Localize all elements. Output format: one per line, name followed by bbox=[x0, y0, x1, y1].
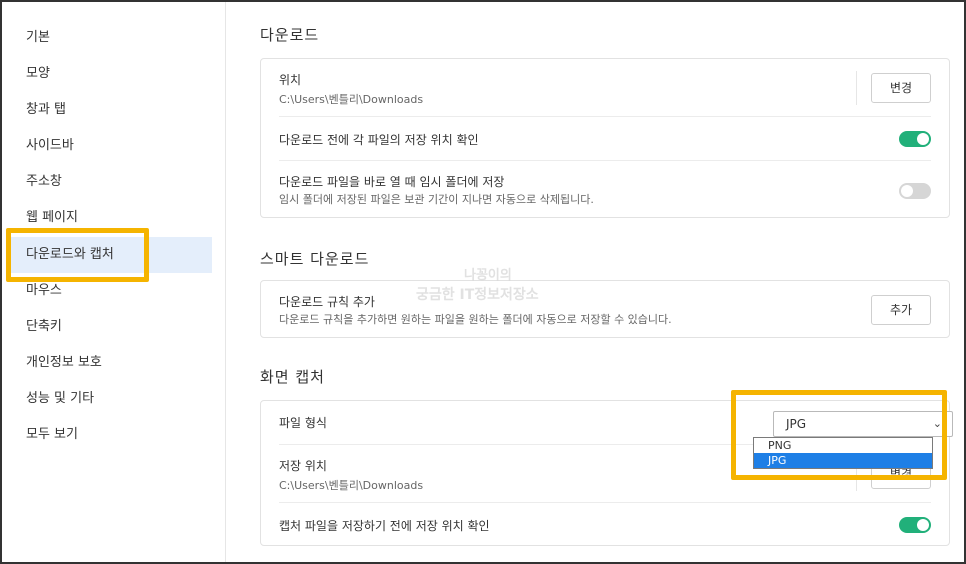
capture-location-title: 저장 위치 bbox=[279, 459, 327, 473]
smart-rules-title: 다운로드 규칙 추가 bbox=[279, 295, 375, 309]
download-confirm-row: 다운로드 전에 각 파일의 저장 위치 확인 bbox=[279, 117, 931, 161]
download-confirm-title: 다운로드 전에 각 파일의 저장 위치 확인 bbox=[279, 133, 479, 147]
divider bbox=[856, 71, 857, 105]
smart-section-title: 스마트 다운로드 bbox=[260, 250, 370, 268]
download-confirm-toggle[interactable] bbox=[899, 131, 931, 147]
download-location-title: 위치 bbox=[279, 73, 302, 87]
sidebar-item-address-bar[interactable]: 주소창 bbox=[8, 164, 212, 200]
capture-format-dropdown: PNG JPG bbox=[753, 437, 933, 469]
download-temp-title: 다운로드 파일을 바로 열 때 임시 폴더에 저장 bbox=[279, 175, 505, 189]
download-card: 위치 C:\Users\벤틀리\Downloads 변경 다운로드 전에 각 파… bbox=[260, 58, 950, 218]
format-option-jpg[interactable]: JPG bbox=[754, 453, 932, 468]
format-option-png[interactable]: PNG bbox=[754, 438, 932, 453]
download-temp-toggle[interactable] bbox=[899, 183, 931, 199]
sidebar-item-appearance[interactable]: 모양 bbox=[8, 56, 212, 92]
sidebar-item-basic[interactable]: 기본 bbox=[8, 20, 212, 56]
sidebar-item-windows-tabs[interactable]: 창과 탭 bbox=[8, 92, 212, 128]
sidebar-item-shortcuts[interactable]: 단축키 bbox=[8, 309, 212, 345]
capture-section-title: 화면 캡처 bbox=[260, 368, 325, 386]
capture-card: 파일 형식 JPG ⌄ PNG JPG 저장 위치 C:\Users\벤틀리\D… bbox=[260, 400, 953, 547]
capture-format-selected: JPG bbox=[786, 417, 807, 431]
sidebar-item-web-page[interactable]: 웹 페이지 bbox=[8, 200, 212, 236]
smart-rules-add-button[interactable]: 추가 bbox=[871, 295, 931, 325]
sidebar-item-sidebar[interactable]: 사이드바 bbox=[8, 128, 212, 164]
smart-card: 다운로드 규칙 추가 다운로드 규칙을 추가하면 원하는 파일을 원하는 폴더에… bbox=[260, 280, 950, 338]
capture-confirm-toggle[interactable] bbox=[899, 517, 931, 533]
toggle-knob bbox=[917, 519, 929, 531]
download-section-title: 다운로드 bbox=[260, 26, 320, 44]
capture-confirm-row: 캡처 파일을 저장하기 전에 저장 위치 확인 bbox=[279, 503, 931, 547]
sidebar-item-download-capture[interactable]: 다운로드와 캡처 bbox=[8, 237, 212, 273]
download-location-row: 위치 C:\Users\벤틀리\Downloads 변경 bbox=[279, 59, 931, 117]
sidebar-item-show-all[interactable]: 모두 보기 bbox=[8, 417, 212, 453]
download-temp-row: 다운로드 파일을 바로 열 때 임시 폴더에 저장 임시 폴더에 저장된 파일은… bbox=[279, 161, 931, 219]
sidebar-item-mouse[interactable]: 마우스 bbox=[8, 273, 212, 309]
toggle-knob bbox=[917, 133, 929, 145]
chevron-down-icon: ⌄ bbox=[932, 417, 942, 430]
capture-location-path: C:\Users\벤틀리\Downloads bbox=[279, 479, 424, 492]
settings-sidebar: 기본 모양 창과 탭 사이드바 주소창 웹 페이지 다운로드와 캡처 마우스 단… bbox=[2, 2, 226, 562]
download-location-change-button[interactable]: 변경 bbox=[871, 73, 931, 103]
download-temp-sub: 임시 폴더에 저장된 파일은 보관 기간이 지나면 자동으로 삭제됩니다. bbox=[279, 193, 594, 206]
smart-rules-row: 다운로드 규칙 추가 다운로드 규칙을 추가하면 원하는 파일을 원하는 폴더에… bbox=[279, 281, 931, 339]
sidebar-item-privacy[interactable]: 개인정보 보호 bbox=[8, 345, 212, 381]
download-location-path: C:\Users\벤틀리\Downloads bbox=[279, 93, 424, 106]
capture-confirm-title: 캡처 파일을 저장하기 전에 저장 위치 확인 bbox=[279, 519, 490, 533]
settings-main: 다운로드 위치 C:\Users\벤틀리\Downloads 변경 다운로드 전… bbox=[226, 2, 964, 562]
sidebar-item-performance[interactable]: 성능 및 기타 bbox=[8, 381, 212, 417]
smart-rules-sub: 다운로드 규칙을 추가하면 원하는 파일을 원하는 폴더에 자동으로 저장할 수… bbox=[279, 313, 672, 326]
capture-format-select[interactable]: JPG ⌄ bbox=[773, 411, 953, 437]
toggle-knob bbox=[901, 185, 913, 197]
capture-format-title: 파일 형식 bbox=[279, 416, 327, 430]
